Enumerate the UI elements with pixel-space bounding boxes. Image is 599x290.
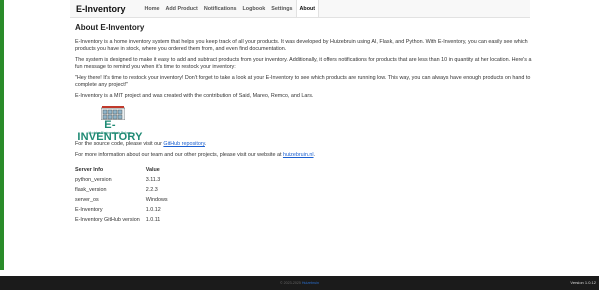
header-server-info: Server Info [75, 167, 104, 173]
e-inventory-logo: E-INVENTORY Modular Bierinventaris Behee… [75, 106, 145, 143]
footer-copyright-line: © 2023-2025 Huizebruin [280, 281, 319, 285]
row-value: 2.2.3 [145, 187, 158, 193]
row-value: 1.0.11 [145, 217, 161, 223]
row-key: E-Inventory GitHub version [75, 217, 140, 223]
version-label: Version 1.0.12 [570, 280, 596, 285]
nav-notifications[interactable]: Notifications [201, 0, 240, 17]
top-navbar: E-Inventory Home Add Product Notificatio… [70, 0, 530, 18]
footer-link[interactable]: Huizebruin [302, 281, 319, 285]
more-suffix: . [313, 152, 316, 158]
about-content: About E-Inventory E-Inventory is a home … [75, 23, 540, 227]
source-suffix: . [204, 141, 207, 147]
website-link[interactable]: huizebruin.nl [283, 152, 314, 158]
nav-home[interactable]: Home [142, 0, 163, 17]
row-key: flask_version [75, 187, 107, 193]
more-info-line: For more information about our team and … [75, 152, 540, 159]
features-paragraph: The system is designed to make it easy t… [75, 57, 532, 70]
row-value: 3.11.3 [145, 177, 161, 183]
row-key: python_version [75, 177, 112, 183]
table-row: flask_version 2.2.3 [75, 187, 174, 197]
server-info-table: Server Info Value python_version 3.11.3 … [75, 167, 174, 227]
nav-add-product[interactable]: Add Product [163, 0, 201, 17]
header-value: Value [145, 167, 160, 173]
nav-about[interactable]: About [295, 0, 320, 17]
logo-tagline: Modular Bierinventaris Beheer [88, 131, 132, 135]
footer-copyright: © 2023-2025 [279, 281, 301, 285]
more-prefix: For more information about our team and … [75, 152, 283, 158]
table-row: E-Inventory GitHub version 1.0.11 [75, 217, 174, 227]
table-row: E-Inventory 1.0.12 [75, 207, 174, 217]
warehouse-icon [101, 106, 125, 120]
nav-logbook[interactable]: Logbook [240, 0, 269, 17]
license-paragraph: E-Inventory is a MIT project and was cre… [75, 93, 314, 99]
row-key: E-Inventory [75, 207, 103, 213]
intro-paragraph: E-Inventory is a home inventory system t… [75, 39, 528, 52]
table-row: server_os Windows [75, 197, 174, 207]
page-title: About E-Inventory [75, 23, 145, 32]
page-footer: © 2023-2025 Huizebruin Version 1.0.12 [0, 276, 599, 290]
brand-title[interactable]: E-Inventory [76, 4, 126, 14]
row-value: 1.0.12 [145, 207, 161, 213]
table-row: python_version 3.11.3 [75, 177, 174, 187]
table-header-row: Server Info Value [75, 167, 174, 177]
github-repo-link[interactable]: GitHub repository [163, 141, 205, 147]
nav-settings[interactable]: Settings [268, 0, 295, 17]
restock-message: "Hey there! It's time to restock your in… [75, 75, 531, 88]
row-value: Windows [145, 197, 168, 203]
left-accent-bar [0, 0, 4, 270]
row-key: server_os [75, 197, 99, 203]
